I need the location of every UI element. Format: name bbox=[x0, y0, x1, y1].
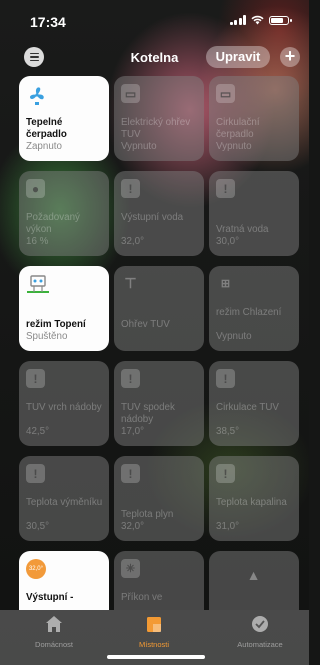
edit-button[interactable]: Upravit bbox=[206, 46, 270, 68]
sprinkler-icon: ⊞ bbox=[220, 278, 231, 290]
tile-vystupni-voda[interactable]: ! Výstupní voda 32,0° bbox=[114, 171, 204, 256]
add-button[interactable]: + bbox=[280, 47, 300, 67]
tile-status: 16 % bbox=[26, 236, 49, 247]
tile-status: Vypnuto bbox=[216, 331, 252, 342]
tile-teplota-kapalina[interactable]: ! Teplota kapalina 31,0° bbox=[209, 456, 299, 541]
fan-icon bbox=[30, 87, 44, 105]
tile-status: Vypnuto bbox=[121, 141, 157, 152]
tile-cirkulace-tuv[interactable]: ! Cirkulace TUV 38,5° bbox=[209, 361, 299, 446]
alert-icon: ! bbox=[26, 464, 45, 483]
tab-mistnosti[interactable]: Místnosti bbox=[104, 614, 204, 649]
humidity-icon: ● bbox=[26, 179, 45, 198]
outlet-icon: ▭ bbox=[121, 84, 140, 103]
tile-pozadovany-vykon[interactable]: ● Požadovaný výkon 16 % bbox=[19, 171, 109, 256]
tile-name: Výstupní voda bbox=[121, 212, 184, 223]
outlet-icon: ▭ bbox=[216, 84, 235, 103]
tile-tepelne-cerpadlo[interactable]: Tepelné čerpadlo Zapnuto bbox=[19, 76, 109, 161]
tile-name: Tepelné čerpadlo bbox=[26, 117, 67, 140]
tile-teplota-vymeniku[interactable]: ! Teplota výměníku 30,5° bbox=[19, 456, 109, 541]
tile-name: TUV spodek nádoby bbox=[121, 402, 175, 425]
cellular-signal-icon bbox=[229, 15, 246, 25]
house-icon bbox=[46, 616, 62, 632]
tab-label: Automatizace bbox=[237, 640, 283, 649]
automation-icon bbox=[252, 616, 268, 632]
alert-icon: ! bbox=[216, 179, 235, 198]
tile-cirkulacni-cerpadlo[interactable]: ▭ Cirkulační čerpadlo Vypnuto bbox=[209, 76, 299, 161]
tile-name: režim Topení bbox=[26, 319, 86, 330]
tile-rezim-topeni[interactable]: režim Topení Spuštěno bbox=[19, 266, 109, 351]
tile-status: 31,0° bbox=[216, 521, 239, 532]
tile-status: 30,5° bbox=[26, 521, 49, 532]
tile-sensor[interactable]: ▲ bbox=[209, 551, 299, 610]
tile-status: Spuštěno bbox=[26, 331, 68, 342]
temperature-badge: 32,0° bbox=[26, 559, 46, 579]
tab-domacnost[interactable]: Domácnost bbox=[4, 614, 104, 649]
tile-status: 32,0° bbox=[121, 521, 144, 532]
tile-name: Cirkulační čerpadlo bbox=[216, 117, 260, 140]
tile-status: Zapnuto bbox=[26, 141, 62, 152]
tile-ohrev-tuv[interactable]: ⊤ Ohřev TUV bbox=[114, 266, 204, 351]
tile-status: 32,0° bbox=[121, 236, 144, 247]
tile-name: TUV vrch nádoby bbox=[26, 402, 102, 413]
tile-name: Teplota výměníku bbox=[26, 497, 103, 508]
tile-name: Požadovaný výkon bbox=[26, 212, 80, 235]
tile-rezim-chlazeni[interactable]: ⊞ režim Chlazení Vypnuto bbox=[209, 266, 299, 351]
tile-status: 38,5° bbox=[216, 426, 239, 437]
alert-icon: ! bbox=[216, 369, 235, 388]
tile-status: Vypnuto bbox=[216, 141, 252, 152]
accessory-grid: Tepelné čerpadlo Zapnuto ▭ Elektrický oh… bbox=[19, 76, 299, 610]
tile-name: Příkon ve bbox=[121, 592, 163, 603]
alert-icon: ! bbox=[26, 369, 45, 388]
tab-label: Domácnost bbox=[35, 640, 73, 649]
status-bar: 17:34 bbox=[0, 0, 309, 40]
tile-name: Teplota plyn bbox=[121, 509, 174, 520]
rooms-icon bbox=[147, 617, 161, 632]
tile-name: Teplota kapalina bbox=[216, 497, 287, 508]
header: Kotelna Upravit + bbox=[0, 44, 309, 72]
tile-status: 30,0° bbox=[216, 236, 239, 247]
tile-name: Vratná voda bbox=[216, 224, 269, 235]
tile-elektricky-ohrev-tuv[interactable]: ▭ Elektrický ohřev TUV Vypnuto bbox=[114, 76, 204, 161]
wifi-icon bbox=[251, 15, 264, 25]
tile-name: Výstupní - bbox=[26, 592, 74, 603]
battery-icon bbox=[269, 15, 292, 25]
alert-icon: ! bbox=[121, 179, 140, 198]
home-indicator[interactable] bbox=[107, 655, 205, 659]
tile-status: 42,5° bbox=[26, 426, 49, 437]
alert-icon: ! bbox=[216, 464, 235, 483]
tile-vratna-voda[interactable]: ! Vratná voda 30,0° bbox=[209, 171, 299, 256]
tile-name: režim Chlazení bbox=[216, 307, 282, 318]
tile-name: Elektrický ohřev TUV bbox=[121, 117, 191, 140]
alert-icon: ! bbox=[121, 464, 140, 483]
tile-prikon[interactable]: ✳ Příkon ve bbox=[114, 551, 204, 610]
tile-status: 17,0° bbox=[121, 426, 144, 437]
tile-tuv-spodek-nadoby[interactable]: ! TUV spodek nádoby 17,0° bbox=[114, 361, 204, 446]
tile-teplota-plyn[interactable]: ! Teplota plyn 32,0° bbox=[114, 456, 204, 541]
sprinkler-icon bbox=[27, 275, 49, 293]
light-sensor-icon: ✳ bbox=[121, 559, 140, 578]
tile-vystupni[interactable]: 32,0° Výstupní - bbox=[19, 551, 109, 610]
tile-tuv-vrch-nadoby[interactable]: ! TUV vrch nádoby 42,5° bbox=[19, 361, 109, 446]
alert-icon: ! bbox=[121, 369, 140, 388]
tab-automatizace[interactable]: Automatizace bbox=[210, 614, 310, 649]
bell-icon: ▲ bbox=[246, 566, 261, 583]
tab-label: Místnosti bbox=[138, 640, 169, 649]
tile-name: Ohřev TUV bbox=[121, 319, 170, 330]
tile-name: Cirkulace TUV bbox=[216, 402, 279, 413]
faucet-icon: ⊤ bbox=[124, 275, 137, 291]
status-time: 17:34 bbox=[30, 14, 66, 30]
